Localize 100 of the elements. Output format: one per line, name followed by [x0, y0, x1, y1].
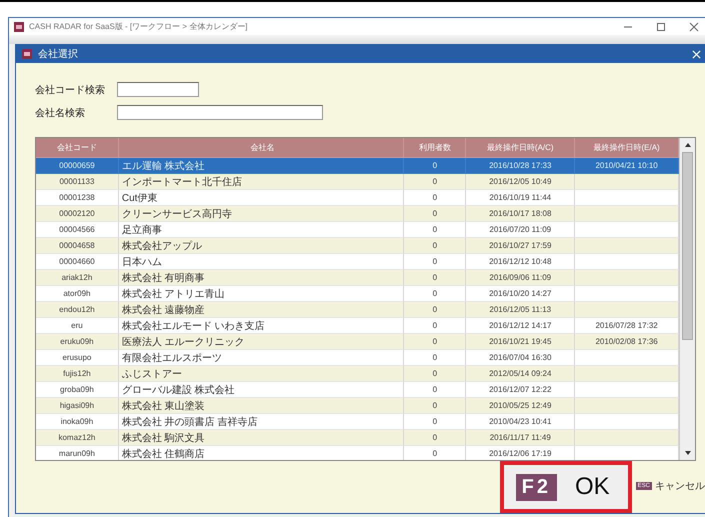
table-row[interactable]: fujis12h ふじストアー 0 2012/05/14 09:24: [36, 366, 679, 382]
table-cell: 2016/10/28 17:33: [489, 161, 552, 170]
dialog-title: 会社選択: [38, 48, 78, 61]
table-row[interactable]: eruku09h 医療法人 エルークリニック 0 2016/10/21 19:45 2010/02/08 17:36: [36, 334, 679, 350]
ok-button[interactable]: F2 OK: [500, 461, 632, 513]
table-cell-text: 株式会社エルモード いわき支店: [122, 320, 265, 332]
table-cell-text: エル運輸 株式会社: [122, 160, 205, 172]
table-cell: 2012/05/14 09:24: [489, 369, 552, 378]
table-cell: 0: [432, 353, 438, 362]
table-cell: 0: [432, 401, 438, 410]
table-cell-text: 株式会社 住鶴商店: [122, 448, 205, 460]
table-cell: 2016/07/04 16:30: [489, 353, 552, 362]
table-cell: 2016/07/20 11:09: [489, 225, 552, 234]
table-cell: inoka09h: [60, 417, 94, 426]
key-badge: F2: [516, 474, 557, 500]
table-cell: 0: [432, 417, 438, 426]
table-cell: eruku09h: [60, 337, 94, 346]
table-cell-text: グローバル建設 株式会社: [122, 384, 235, 396]
table-cell: 0: [432, 177, 438, 186]
field-label: 会社コード検索: [35, 84, 106, 96]
table-row[interactable]: ariak12h 株式会社 有明商事 0 2016/09/06 11:09: [36, 270, 679, 286]
table-cell-text: 株式会社 遠藤物産: [122, 304, 205, 316]
table-cell: 2016/09/06 11:09: [489, 273, 552, 282]
table-cell: 0: [432, 369, 438, 378]
table-cell: 2010/04/21 10:10: [595, 161, 658, 170]
table-cell: 2016/10/19 11:44: [489, 193, 552, 202]
table-cell-text: 株式会社アップル: [122, 240, 202, 252]
table-row[interactable]: erusupo 有限会社エルスポーツ 0 2016/07/04 16:30: [36, 350, 679, 366]
table-row[interactable]: 00000659 エル運輸 株式会社 0 2016/10/28 17:33 2010/04/21 10:10: [36, 158, 679, 174]
table-cell: 0: [432, 337, 438, 346]
search-field[interactable]: [117, 82, 199, 97]
table-cell: eru: [71, 321, 83, 330]
scroll-up-icon[interactable]: [684, 141, 692, 149]
table-cell: erusupo: [62, 353, 92, 362]
table-cell: 2016/11/17 11:49: [490, 433, 551, 442]
table-row[interactable]: higasi09h 株式会社 東山塗装 0 2010/05/25 12:49: [36, 398, 679, 414]
table-cell: 0: [432, 225, 438, 234]
table-cell: 2016/12/06 17:19: [489, 449, 552, 458]
table-cell-text: インポートマート北千住店: [122, 176, 242, 188]
table-cell-text: 有限会社エルスポーツ: [122, 352, 222, 364]
window-title: CASH RADAR for SaaS版 - [ワークフロー > 全体カレンダー]: [29, 21, 248, 32]
table-cell-text: 株式会社 アトリエ青山: [122, 288, 225, 300]
table-cell: 00002120: [59, 209, 95, 218]
table-cell: fujis12h: [63, 369, 91, 378]
close-icon[interactable]: [689, 22, 699, 32]
table-cell-text: 足立商事: [122, 224, 162, 236]
scroll-down-icon[interactable]: [684, 449, 692, 457]
table-cell-text: ふじストアー: [122, 368, 182, 380]
table-row[interactable]: 00004566 足立商事 0 2016/07/20 11:09: [36, 222, 679, 238]
table-cell: marun09h: [58, 449, 95, 458]
table-cell: 2016/07/28 17:32: [595, 321, 658, 330]
table-cell-text: 日本ハム: [122, 256, 162, 268]
scrollbar[interactable]: [679, 138, 695, 460]
table-row[interactable]: 00004660 日本ハム 0 2016/12/12 10:48: [36, 254, 679, 270]
table-cell: 0: [432, 289, 438, 298]
table-cell: 2010/05/25 12:49: [489, 401, 552, 410]
table-cell-text: 株式会社 井の頭書店 吉祥寺店: [122, 416, 258, 428]
table-cell: 0: [432, 209, 438, 218]
table-cell: 2010/04/23 10:41: [489, 417, 552, 426]
table-row[interactable]: 00001238 Cut伊東 0 2016/10/19 11:44: [36, 190, 679, 206]
table-cell: 00001238: [59, 193, 95, 202]
table-cell: 2016/12/12 10:48: [489, 257, 552, 266]
table-row[interactable]: komaz12h 株式会社 駒沢文具 0 2016/11/17 11:49: [36, 430, 679, 446]
scroll-thumb[interactable]: [682, 152, 693, 340]
table-row[interactable]: inoka09h 株式会社 井の頭書店 吉祥寺店 0 2010/04/23 10:41: [36, 414, 679, 430]
table-row[interactable]: ator09h 株式会社 アトリエ青山 0 2016/10/20 14:27: [36, 286, 679, 302]
table-cell: 0: [432, 257, 438, 266]
table-row[interactable]: eru 株式会社エルモード いわき支店 0 2016/12/12 14:17 2016/07/28 17:32: [36, 318, 679, 334]
table-row[interactable]: 00001133 インポートマート北千住店 0 2016/12/05 10:49: [36, 174, 679, 190]
table-cell: komaz12h: [58, 433, 96, 442]
table-cell: 00004658: [59, 241, 95, 250]
app-icon: [14, 22, 24, 32]
table-cell: groba09h: [60, 385, 94, 394]
table-cell: ator09h: [63, 289, 90, 298]
table-row[interactable]: endou12h 株式会社 遠藤物産 0 2016/12/05 11:13: [36, 302, 679, 318]
table-cell: 2016/12/05 10:49: [489, 177, 552, 186]
table-row[interactable]: 00004658 株式会社アップル 0 2016/10/27 17:59: [36, 238, 679, 254]
table-cell: 0: [432, 305, 438, 314]
table-cell: higasi09h: [60, 401, 94, 410]
table-cell: 0: [432, 433, 438, 442]
table-cell: 0: [432, 385, 438, 394]
table-cell: 2016/12/07 12:22: [489, 385, 552, 394]
table-cell: 0: [432, 449, 438, 458]
table-cell-text: 医療法人 エルークリニック: [122, 336, 245, 348]
table-cell: 2016/10/21 19:45: [489, 337, 552, 346]
table-cell: 00004660: [59, 257, 95, 266]
table-cell: 00004566: [59, 225, 95, 234]
table-cell-text: Cut伊東: [122, 192, 158, 204]
maximize-icon[interactable]: [656, 22, 666, 32]
table-row[interactable]: groba09h グローバル建設 株式会社 0 2016/12/07 12:22: [36, 382, 679, 398]
table-cell: 2010/02/08 17:36: [595, 337, 658, 346]
table-cell: 2016/10/20 14:27: [489, 289, 552, 298]
app-icon: [22, 49, 32, 59]
table-row[interactable]: 00002120 クリーンサービス高円寺 0 2016/10/17 18:08: [36, 206, 679, 222]
table-cell-text: 株式会社 駒沢文具: [122, 432, 205, 444]
table-cell-text: クリーンサービス高円寺: [122, 208, 232, 220]
search-field[interactable]: [117, 105, 323, 120]
button-label: OK: [575, 473, 610, 501]
table-cell-text: 株式会社 有明商事: [122, 272, 205, 284]
button-label: キャンセル: [655, 480, 705, 493]
